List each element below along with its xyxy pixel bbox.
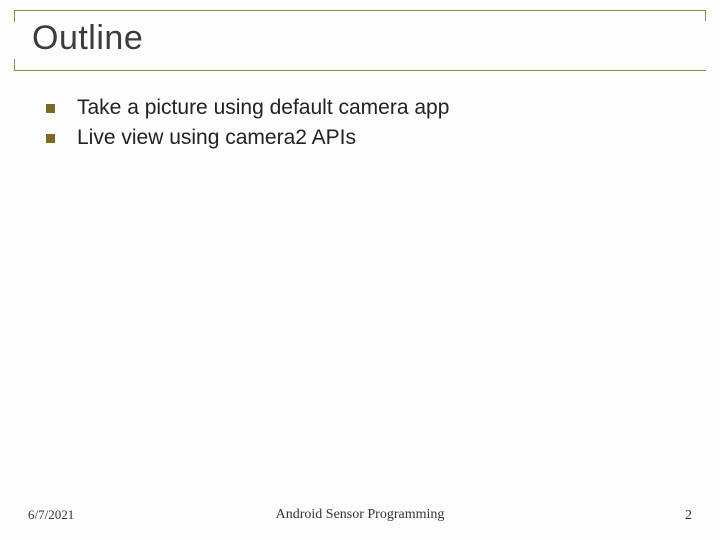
footer-date: 6/7/2021 — [28, 507, 74, 523]
bullet-icon — [46, 104, 55, 113]
title-tick-bottom-left — [14, 59, 15, 70]
title-tick-left — [14, 10, 15, 22]
bullet-text: Take a picture using default camera app — [77, 96, 449, 120]
list-item: Take a picture using default camera app — [46, 96, 680, 120]
title-band: Outline — [14, 10, 706, 70]
slide: Outline Take a picture using default cam… — [0, 0, 720, 540]
title-underline — [14, 70, 706, 71]
bullet-text: Live view using camera2 APIs — [77, 126, 356, 150]
title-tick-top-right — [705, 10, 706, 21]
bullet-icon — [46, 134, 55, 143]
footer: 6/7/2021 Android Sensor Programming 2 — [28, 507, 692, 524]
footer-center: Android Sensor Programming — [276, 507, 445, 523]
list-item: Live view using camera2 APIs — [46, 126, 680, 150]
footer-page-number: 2 — [685, 508, 692, 524]
content-area: Take a picture using default camera app … — [46, 96, 680, 156]
slide-title: Outline — [32, 19, 143, 58]
